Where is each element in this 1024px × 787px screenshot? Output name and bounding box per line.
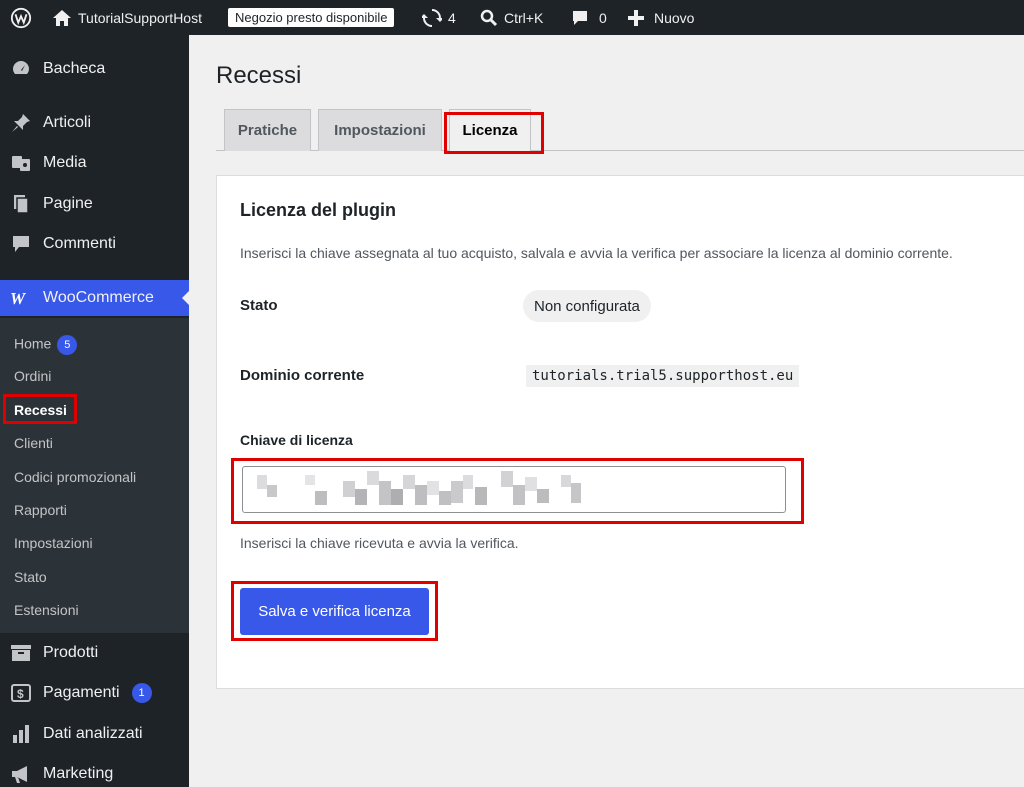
pagamenti-badge: 1 xyxy=(131,683,152,703)
submenu-item-codici-promozionali[interactable]: Codici promozionali xyxy=(14,469,136,485)
pagamenti-label: Pagamenti xyxy=(43,684,120,702)
sidebar-item-label: Dati analizzati xyxy=(43,725,143,742)
sidebar-item-label: Articoli xyxy=(43,114,92,131)
submenu-item-rapporti[interactable]: Rapporti xyxy=(14,502,67,518)
submenu-item-stato[interactable]: Stato xyxy=(14,569,47,585)
sidebar-item-label: WooCommerce xyxy=(43,289,154,306)
current-domain-value: tutorials.trial5.supporthost.eu xyxy=(526,365,800,387)
search-shortcut: Ctrl+K xyxy=(504,9,544,26)
submenu-item-ordini[interactable]: Ordini xyxy=(14,368,51,384)
sidebar-item-pagine[interactable]: Pagine xyxy=(0,186,189,222)
dashboard-icon xyxy=(10,58,32,80)
submenu-item-estensioni[interactable]: Estensioni xyxy=(14,602,79,618)
sidebar-item-woocommerce[interactable]: W WooCommerce xyxy=(0,280,190,316)
recessi-highlight-frame xyxy=(3,394,77,424)
media-icon xyxy=(10,152,32,174)
comment-bubble-icon xyxy=(573,10,587,25)
site-name-link[interactable]: TutorialSupportHost xyxy=(52,0,202,35)
current-menu-arrow xyxy=(182,290,190,306)
submenu-item-label: Impostazioni xyxy=(14,535,93,551)
wordpress-logo-icon[interactable] xyxy=(10,0,32,35)
search-icon xyxy=(480,9,498,26)
payments-icon: $ xyxy=(10,682,32,704)
pin-icon xyxy=(10,112,32,134)
plus-icon xyxy=(628,9,644,26)
license-panel-title: Licenza del plugin xyxy=(240,200,397,220)
sidebar-item-label: Media xyxy=(43,154,87,171)
chart-bar-icon xyxy=(10,723,32,745)
submenu-item-home[interactable]: Home 5 xyxy=(14,335,78,355)
sidebar-item-label: Marketing xyxy=(43,765,114,782)
submenu-item-label: Ordini xyxy=(14,368,52,384)
status-label: Stato xyxy=(240,297,278,314)
domain-label: Dominio corrente xyxy=(240,367,365,384)
sidebar-item-bacheca[interactable]: Bacheca xyxy=(0,51,189,87)
sidebar-item-media[interactable]: Media xyxy=(0,145,189,181)
sidebar-item-commenti[interactable]: Commenti xyxy=(0,226,189,262)
pages-icon xyxy=(10,193,32,215)
woocommerce-icon: W xyxy=(10,287,32,309)
sidebar-item-pagamenti[interactable]: $ Pagamenti 1 xyxy=(0,675,189,711)
sidebar-item-prodotti[interactable]: Prodotti xyxy=(0,635,189,671)
svg-text:$: $ xyxy=(17,687,24,701)
megaphone-icon xyxy=(10,763,32,785)
submenu-item-label: Stato xyxy=(14,569,47,585)
sidebar-item-label: Pagamenti 1 xyxy=(43,683,152,703)
submenu-item-label: Codici promozionali xyxy=(14,469,137,485)
woocommerce-submenu: Home 5 Ordini Recessi Clienti Codici prom… xyxy=(0,318,189,633)
updates-count: 4 xyxy=(448,9,456,26)
new-content-link[interactable]: Nuovo xyxy=(628,0,694,35)
sidebar-item-marketing[interactable]: Marketing xyxy=(0,756,189,787)
license-key-highlight-frame xyxy=(231,458,804,524)
licenza-tab-highlight-frame xyxy=(444,112,544,154)
submenu-item-label: Clienti xyxy=(14,435,53,451)
sidebar-item-label: Commenti xyxy=(43,235,116,252)
updates-link[interactable]: 4 xyxy=(422,0,456,35)
comments-icon xyxy=(10,233,32,255)
submenu-item-impostazioni[interactable]: Impostazioni xyxy=(14,535,93,551)
tab-impostazioni[interactable]: Impostazioni xyxy=(318,109,442,151)
submenu-item-label: Rapporti xyxy=(14,502,67,518)
license-key-label: Chiave di licenza xyxy=(240,432,353,448)
status-badge: Non configurata xyxy=(523,290,651,322)
comments-link[interactable]: 0 xyxy=(571,0,607,35)
page-title: Recessi xyxy=(216,62,302,89)
svg-text:W: W xyxy=(10,290,27,306)
store-notice-label: Negozio presto disponibile xyxy=(228,8,395,27)
submenu-item-clienti[interactable]: Clienti xyxy=(14,435,53,451)
license-help-text: Inserisci la chiave ricevuta e avvia la … xyxy=(240,535,519,551)
sidebar-item-dati-analizzati[interactable]: Dati analizzati xyxy=(0,716,189,752)
comments-count: 0 xyxy=(599,9,607,26)
updates-icon xyxy=(422,8,442,27)
store-notice[interactable]: Negozio presto disponibile xyxy=(228,0,395,35)
sidebar-item-label: Prodotti xyxy=(43,644,99,661)
home-icon xyxy=(53,9,71,26)
sidebar-item-label: Bacheca xyxy=(43,60,106,77)
license-description: Inserisci la chiave assegnata al tuo acq… xyxy=(240,245,953,261)
tab-pratiche[interactable]: Pratiche xyxy=(224,109,311,151)
submit-button-highlight-frame xyxy=(231,581,438,641)
new-label: Nuovo xyxy=(654,9,695,26)
site-name: TutorialSupportHost xyxy=(78,9,202,26)
admin-bar: TutorialSupportHost Negozio presto dispo… xyxy=(0,0,1024,35)
sidebar-item-articoli[interactable]: Articoli xyxy=(0,105,189,141)
submenu-item-label: Home xyxy=(14,335,52,352)
archive-icon xyxy=(10,642,32,664)
sidebar-item-label: Pagine xyxy=(43,195,93,212)
home-badge: 5 xyxy=(57,335,78,355)
submenu-item-label: Estensioni xyxy=(14,602,79,618)
search-command[interactable]: Ctrl+K xyxy=(480,0,543,35)
